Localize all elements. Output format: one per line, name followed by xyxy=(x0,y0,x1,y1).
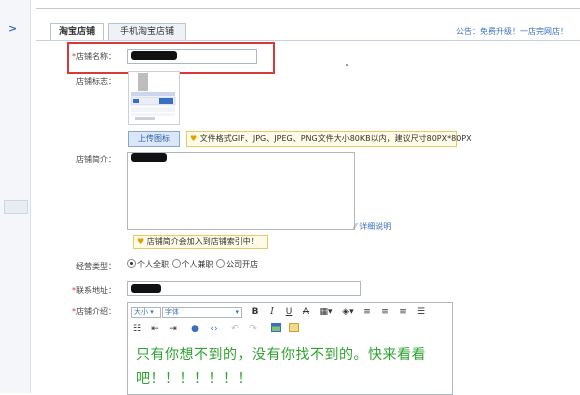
radio-fulltime-label[interactable]: 个人全职 xyxy=(137,260,169,269)
left-sidebar: > xyxy=(0,0,31,393)
expand-sidebar-icon[interactable]: > xyxy=(8,22,17,35)
table-icon[interactable]: ▦▾ xyxy=(318,306,334,318)
radio-fulltime[interactable]: 个人全职 xyxy=(127,259,169,269)
business-type-options: 个人全职 个人兼职 公司开店 xyxy=(127,259,258,270)
sidebar-block xyxy=(4,200,28,214)
font-family-select[interactable]: 字体 ▾ xyxy=(162,307,242,318)
font-family-select-label: 字体 xyxy=(165,308,179,316)
shop-desc-label-text: 店铺介绍： xyxy=(76,307,116,316)
outdent-icon[interactable]: ⇤ xyxy=(150,323,160,335)
source-code-icon[interactable]: ‹› xyxy=(208,323,220,335)
address-label-text: 联系地址： xyxy=(76,286,116,295)
address-input[interactable] xyxy=(127,281,361,296)
fill-color-icon[interactable]: ◈▾ xyxy=(340,306,356,318)
redacted-shop-intro xyxy=(131,153,167,162)
align-right-icon[interactable]: ≡ xyxy=(398,306,408,318)
upload-logo-button[interactable]: 上传图标 xyxy=(128,131,180,147)
radio-parttime[interactable]: 个人兼职 xyxy=(171,259,214,269)
bold-button[interactable]: B xyxy=(250,306,260,318)
editor-toolbar-row-1: 大小 ▾ 字体 ▾ B I U A ▦▾ ◈▾ ≡ ≡ ≡ ☰ xyxy=(128,303,452,321)
bullet-list-icon[interactable]: ☰ xyxy=(416,306,426,318)
radio-parttime-icon[interactable] xyxy=(171,259,181,268)
stray-dot xyxy=(346,64,348,66)
redacted-address xyxy=(131,284,161,293)
align-center-icon[interactable]: ≡ xyxy=(380,306,390,318)
detail-link-text[interactable]: 详细说明 xyxy=(359,222,391,231)
radio-company-label[interactable]: 公司开店 xyxy=(226,260,258,269)
font-size-select-label: 大小 xyxy=(134,308,148,316)
shop-desc-label: *店铺介绍： xyxy=(46,306,116,317)
top-divider xyxy=(36,8,580,9)
radio-company-icon[interactable] xyxy=(216,259,226,268)
shop-intro-label: 店铺简介： xyxy=(76,155,116,164)
shop-logo-preview xyxy=(128,71,180,125)
font-size-select[interactable]: 大小 ▾ xyxy=(131,307,161,318)
indent-icon[interactable]: ⇥ xyxy=(168,323,178,335)
tab-taobao-shop[interactable]: 淘宝店铺 xyxy=(50,23,104,40)
link-icon[interactable]: ● xyxy=(190,323,200,335)
tab-divider xyxy=(36,40,580,41)
editor-toolbar-row-2: ☷ ⇤ ⇥ ● ‹› ↶ ↷ xyxy=(128,321,452,337)
italic-button[interactable]: I xyxy=(267,306,277,318)
shop-intro-textarea[interactable] xyxy=(127,152,355,230)
address-label: *联系地址： xyxy=(46,285,116,296)
intro-index-tip: ♥ 店铺简介会加入到店铺索引中！ xyxy=(133,235,268,249)
insert-flash-icon[interactable] xyxy=(288,323,300,335)
redo-icon[interactable]: ↷ xyxy=(248,323,258,335)
business-type-label: 经营类型： xyxy=(76,262,116,271)
tab-mobile-taobao-shop[interactable]: 手机淘宝店铺 xyxy=(108,23,186,40)
shop-name-label-text: 店铺名称： xyxy=(76,52,116,61)
tip-icon: ♥ xyxy=(190,134,198,143)
editor-content[interactable]: 只有你想不到的，没有你找不到的。快来看看吧！！！！！！！ xyxy=(136,343,450,391)
intro-tip-text: 店铺简介会加入到店铺索引中！ xyxy=(146,237,259,246)
radio-parttime-label[interactable]: 个人兼职 xyxy=(182,260,214,269)
radio-fulltime-icon[interactable] xyxy=(127,259,136,268)
underline-button[interactable]: U xyxy=(284,306,294,318)
shop-name-label: *店铺名称： xyxy=(46,51,116,62)
upload-tip: ♥ 文件格式GIF、JPG、JPEG、PNG文件大小80KB以内，建议尺寸80P… xyxy=(186,131,472,147)
rich-text-editor[interactable]: 大小 ▾ 字体 ▾ B I U A ▦▾ ◈▾ ≡ ≡ ≡ ☰ ☷ ⇤ ⇥ ● ‹… xyxy=(127,302,453,395)
numbered-list-icon[interactable]: ☷ xyxy=(132,323,142,335)
tip-icon: ♥ xyxy=(137,237,145,246)
upload-tip-text: 文件格式GIF、JPG、JPEG、PNG文件大小80KB以内，建议尺寸80PX*… xyxy=(199,134,472,143)
align-left-icon[interactable]: ≡ xyxy=(362,306,372,318)
logo-thumbnail-icon xyxy=(130,73,176,120)
strikethrough-button[interactable]: A xyxy=(301,306,311,318)
undo-icon[interactable]: ↶ xyxy=(230,323,240,335)
radio-company[interactable]: 公司开店 xyxy=(216,259,258,269)
flash-glyph-icon xyxy=(289,323,299,332)
announcement-link[interactable]: 公告：免费升级！一店完网店！ xyxy=(456,26,568,37)
redacted-shop-name xyxy=(131,51,177,60)
insert-image-icon[interactable] xyxy=(270,323,282,335)
chevron-down-icon: ▾ xyxy=(235,308,239,316)
detail-description-link[interactable]: ⁄⁄ 详细说明 xyxy=(354,221,391,232)
shop-logo-label: 店铺标志： xyxy=(76,77,116,86)
image-glyph-icon xyxy=(271,323,281,332)
